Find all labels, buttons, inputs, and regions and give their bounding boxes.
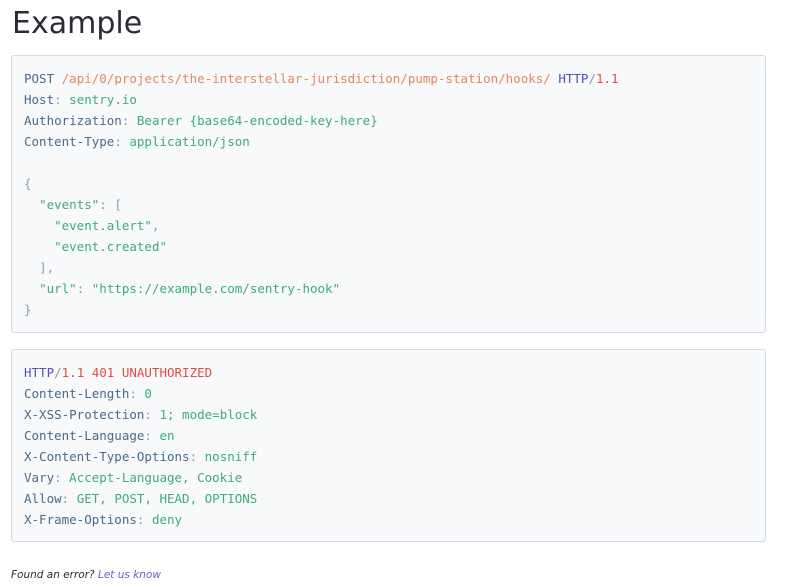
status-code: 401 UNAUTHORIZED [91, 365, 213, 380]
protocol-slash: / [588, 71, 596, 86]
json-open-brace: { [24, 176, 32, 191]
header-line: Content-Length: 0 [24, 386, 152, 401]
header-key: Content-Length [24, 386, 130, 401]
header-value: deny [151, 512, 183, 527]
page-title: Example [12, 6, 143, 41]
json-key-url: "url" [39, 281, 77, 296]
header-key: Vary [24, 470, 55, 485]
json-line: { [24, 173, 753, 194]
header-key: X-Content-Type-Options [24, 449, 190, 464]
header-line: X-Frame-Options: deny [24, 512, 183, 527]
header-value: nosniff [204, 449, 258, 464]
header-value: 0 [144, 386, 152, 401]
feedback-text: Found an error? [11, 569, 95, 581]
status-line: HTTP/1.1 401 UNAUTHORIZED [24, 365, 213, 380]
json-url-value: "https://example.com/sentry-hook" [91, 281, 341, 296]
header-key: Host [24, 92, 55, 107]
header-line: Content-Language: en [24, 428, 175, 443]
header-line: Allow: GET, POST, HEAD, OPTIONS [24, 491, 258, 506]
json-line: "event.created" [24, 236, 753, 257]
header-value: en [159, 428, 175, 443]
header-key: Allow [24, 491, 62, 506]
header-value: GET, POST, HEAD, OPTIONS [76, 491, 258, 506]
request-line: POST /api/0/projects/the-interstellar-ju… [24, 68, 753, 89]
header-value: Accept-Language, Cookie [69, 470, 243, 485]
json-line: "url": "https://example.com/sentry-hook" [39, 281, 341, 296]
json-key-events: "events" [39, 197, 100, 212]
request-path: /api/0/projects/the-interstellar-jurisdi… [61, 71, 551, 86]
response-code-block: HTTP/1.1 401 UNAUTHORIZED Content-Length:… [11, 349, 766, 542]
json-event-item: "event.alert" [54, 218, 152, 233]
header-line: Authorization: Bearer {base64-encoded-ke… [24, 113, 378, 128]
header-value: Bearer {base64-encoded-key-here} [136, 113, 378, 128]
header-key: X-Frame-Options [24, 512, 137, 527]
header-value: sentry.io [69, 92, 137, 107]
header-key: X-XSS-Protection [24, 407, 145, 422]
json-close-brace: } [24, 302, 32, 317]
json-line: "events": [ [39, 197, 122, 212]
request-protocol: HTTP [558, 71, 589, 86]
json-close-bracket: ], [39, 260, 55, 275]
header-line: Content-Type: application/json [24, 134, 250, 149]
header-line: X-XSS-Protection: 1; mode=block [24, 407, 258, 422]
request-code-block: POST /api/0/projects/the-interstellar-ju… [11, 55, 766, 333]
response-version: 1.1 [61, 365, 85, 380]
header-key: Authorization [24, 113, 122, 128]
header-line: Vary: Accept-Language, Cookie [24, 470, 243, 485]
response-protocol: HTTP [24, 365, 55, 380]
http-method: POST [24, 71, 55, 86]
request-version: 1.1 [595, 71, 619, 86]
json-open-bracket: [ [114, 197, 122, 212]
header-key: Content-Type [24, 134, 115, 149]
feedback-link[interactable]: Let us know [98, 569, 161, 581]
header-value: 1; mode=block [159, 407, 258, 422]
header-line: X-Content-Type-Options: nosniff [24, 449, 258, 464]
header-key: Content-Language [24, 428, 145, 443]
header-line: Host: sentry.io [24, 92, 137, 107]
json-line: ], [24, 257, 753, 278]
header-value: application/json [129, 134, 250, 149]
json-line: "event.alert", [54, 218, 160, 233]
json-line: } [24, 299, 753, 320]
feedback-footer: Found an error? Let us know [11, 569, 161, 581]
json-event-item: "event.created" [54, 239, 167, 254]
